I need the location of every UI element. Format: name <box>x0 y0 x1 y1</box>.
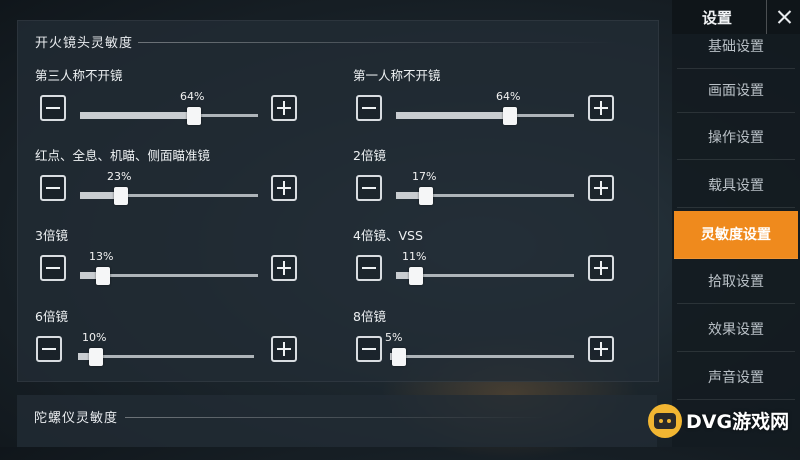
gyro-panel: 陀螺仪灵敏度 <box>17 395 657 447</box>
slider-value: 13% <box>89 250 114 263</box>
slider-label: 8倍镜 <box>353 309 386 324</box>
slider-thumb[interactable] <box>89 348 103 366</box>
decrease-button[interactable] <box>40 95 66 121</box>
section-divider <box>138 42 618 43</box>
slider-label: 第一人称不开镜 <box>353 68 441 83</box>
decrease-button[interactable] <box>40 255 66 281</box>
slider-value: 5% <box>385 331 403 344</box>
slider-label: 2倍镜 <box>353 148 386 163</box>
minus-icon <box>46 267 60 269</box>
slider-fill <box>80 112 194 119</box>
slider-label: 3倍镜 <box>35 228 68 243</box>
slider-track[interactable] <box>80 187 258 205</box>
decrease-button[interactable] <box>356 95 382 121</box>
sensitivity-panel: 开火镜头灵敏度 第三人称不开镜 64% 第一人称不开镜 64% 红点、全息、机瞄… <box>17 20 659 382</box>
increase-button[interactable] <box>271 336 297 362</box>
decrease-button[interactable] <box>356 175 382 201</box>
slider-fill <box>396 112 510 119</box>
slider-track[interactable] <box>80 267 258 285</box>
sidebar-item-graphics[interactable]: 画面设置 <box>677 69 795 113</box>
minus-icon <box>46 107 60 109</box>
slider-thumb[interactable] <box>419 187 433 205</box>
minus-icon <box>42 348 56 350</box>
sidebar-item-vehicle[interactable]: 载具设置 <box>677 164 795 208</box>
slider-value: 64% <box>496 90 521 103</box>
minus-icon <box>46 187 60 189</box>
section-title: 开火镜头灵敏度 <box>35 36 134 51</box>
decrease-button[interactable] <box>356 336 382 362</box>
sidebar-item-pickup[interactable]: 拾取设置 <box>677 260 795 304</box>
sidebar-item-effects[interactable]: 效果设置 <box>677 308 795 352</box>
slider-value: 10% <box>82 331 107 344</box>
slider-thumb[interactable] <box>392 348 406 366</box>
slider-track[interactable] <box>396 187 574 205</box>
slider-value: 17% <box>412 170 437 183</box>
increase-button[interactable] <box>271 95 297 121</box>
slider-value: 23% <box>107 170 132 183</box>
slider-thumb[interactable] <box>409 267 423 285</box>
slider-thumb[interactable] <box>96 267 110 285</box>
minus-icon <box>362 107 376 109</box>
settings-sidebar: 设置 基础设置 画面设置 操作设置 载具设置 灵敏度设置 拾取设置 效果设置 声… <box>672 0 800 447</box>
sidebar-item-audio[interactable]: 声音设置 <box>677 356 795 400</box>
minus-icon <box>362 187 376 189</box>
slider-track[interactable] <box>78 348 254 366</box>
slider-thumb[interactable] <box>503 107 517 125</box>
increase-button[interactable] <box>588 336 614 362</box>
increase-button[interactable] <box>588 175 614 201</box>
sidebar-item-controls[interactable]: 操作设置 <box>677 116 795 160</box>
slider-label: 6倍镜 <box>35 309 68 324</box>
slider-track[interactable] <box>396 107 574 125</box>
increase-button[interactable] <box>588 95 614 121</box>
minus-icon <box>362 348 376 350</box>
minus-icon <box>362 267 376 269</box>
increase-button[interactable] <box>271 255 297 281</box>
gamepad-logo-icon <box>648 404 682 438</box>
increase-button[interactable] <box>588 255 614 281</box>
slider-track[interactable] <box>80 107 258 125</box>
sidebar-item-basic[interactable]: 基础设置 <box>677 25 795 69</box>
slider-label: 红点、全息、机瞄、侧面瞄准镜 <box>35 148 211 163</box>
watermark: DVG游戏网 <box>640 395 800 447</box>
slider-label: 4倍镜、VSS <box>353 228 423 243</box>
slider-value: 11% <box>402 250 427 263</box>
section-divider <box>125 417 545 418</box>
sidebar-item-sensitivity[interactable]: 灵敏度设置 <box>674 211 798 259</box>
gyro-section-title: 陀螺仪灵敏度 <box>34 411 119 426</box>
decrease-button[interactable] <box>40 175 66 201</box>
slider-track[interactable] <box>396 267 574 285</box>
decrease-button[interactable] <box>36 336 62 362</box>
slider-thumb[interactable] <box>114 187 128 205</box>
slider-track[interactable] <box>390 348 574 366</box>
slider-label: 第三人称不开镜 <box>35 68 123 83</box>
increase-button[interactable] <box>271 175 297 201</box>
slider-thumb[interactable] <box>187 107 201 125</box>
watermark-text: DVG游戏网 <box>686 411 790 433</box>
slider-value: 64% <box>180 90 205 103</box>
decrease-button[interactable] <box>356 255 382 281</box>
